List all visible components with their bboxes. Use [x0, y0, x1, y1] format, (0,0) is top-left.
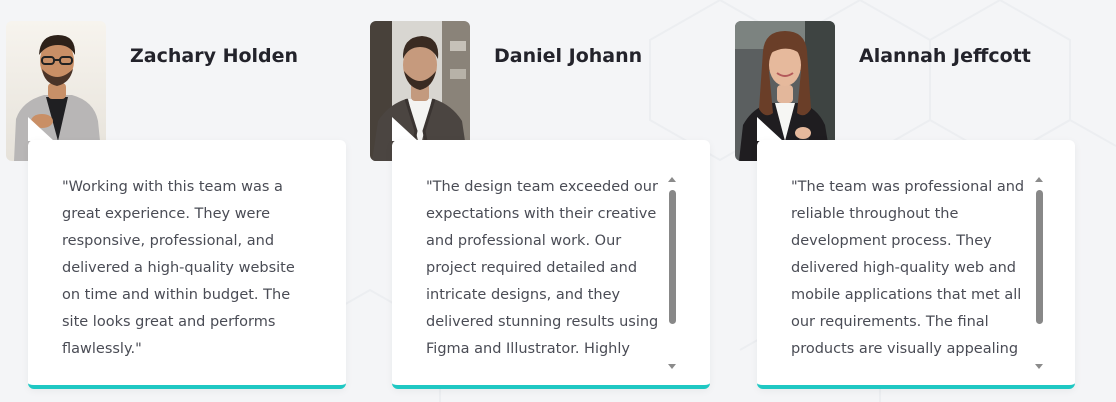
- testimonial-name: Daniel Johann: [494, 45, 643, 67]
- quote-card: "Working with this team was a great expe…: [28, 140, 346, 389]
- testimonial-quote: "The design team exceeded our expectatio…: [426, 179, 659, 357]
- testimonial-card-daniel-johann: Daniel Johann "The design team exceeded …: [370, 21, 710, 391]
- card-pointer: [757, 117, 783, 141]
- testimonial-name: Zachary Holden: [130, 45, 299, 67]
- testimonial-card-zachary-holden: Zachary Holden "Working with this team w…: [6, 21, 346, 391]
- testimonial-name: Alannah Jeffcott: [859, 45, 1031, 67]
- card-pointer: [392, 117, 418, 141]
- testimonial-quote: "The team was professional and reliable …: [791, 179, 1025, 357]
- testimonial-card-alannah-jeffcott: Alannah Jeffcott "The team was professio…: [735, 21, 1075, 391]
- scroll-down-arrow-icon[interactable]: [668, 364, 676, 369]
- scroll-down-arrow-icon[interactable]: [1035, 364, 1043, 369]
- scroll-thumb[interactable]: [669, 190, 676, 324]
- quote-scrollbar[interactable]: [666, 176, 678, 370]
- quote-card: "The team was professional and reliable …: [757, 140, 1075, 389]
- testimonial-quote: "Working with this team was a great expe…: [62, 179, 295, 357]
- scroll-up-arrow-icon[interactable]: [668, 177, 676, 182]
- scroll-up-arrow-icon[interactable]: [1035, 177, 1043, 182]
- quote-card: "The design team exceeded our expectatio…: [392, 140, 710, 389]
- card-pointer: [28, 117, 54, 141]
- quote-scrollbar[interactable]: [1033, 176, 1045, 370]
- scroll-thumb[interactable]: [1036, 190, 1043, 324]
